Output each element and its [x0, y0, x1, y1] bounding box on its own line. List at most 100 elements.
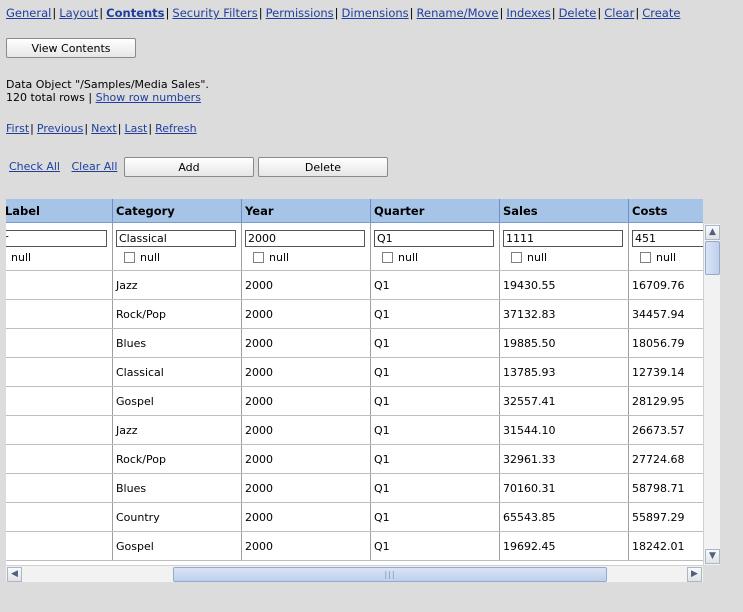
check-all-link[interactable]: Check All — [9, 160, 60, 173]
new-row-editor: null null null null null null — [6, 223, 703, 271]
pager-link-1[interactable]: Previous — [37, 122, 84, 135]
column-header[interactable]: Category — [113, 199, 242, 222]
table-cell — [6, 387, 113, 415]
table-cell: 19692.45 — [500, 532, 629, 560]
null-checkbox[interactable] — [124, 252, 135, 263]
table-row[interactable]: Blues 2000 Q1 70160.31 58798.71 — [6, 474, 703, 503]
table-cell: 32961.33 — [500, 445, 629, 473]
column-header[interactable]: Year — [242, 199, 371, 222]
null-label: null — [269, 251, 290, 264]
null-label: null — [656, 251, 677, 264]
data-grid-table: rd LabelCategoryYearQuarterSalesCosts nul… — [6, 199, 703, 561]
null-checkbox[interactable] — [511, 252, 522, 263]
table-cell: 34457.94 — [629, 300, 703, 328]
null-option: null — [253, 251, 370, 264]
nav-link-0[interactable]: General — [6, 6, 51, 20]
table-row[interactable]: Gospel 2000 Q1 32557.41 28129.95 — [6, 387, 703, 416]
pager-separator: | — [148, 122, 153, 135]
table-cell: er — [6, 271, 113, 299]
nav-separator: | — [597, 6, 602, 20]
table-cell: er — [6, 300, 113, 328]
horizontal-scroll-thumb[interactable]: ||| — [173, 567, 607, 582]
horizontal-scrollbar[interactable]: ◀ ||| ▶ — [6, 565, 703, 582]
edit-field[interactable] — [374, 230, 494, 247]
nav-link-3[interactable]: Security Filters — [172, 6, 257, 20]
nav-link-8[interactable]: Delete — [559, 6, 597, 20]
edit-field[interactable] — [632, 230, 703, 247]
table-cell: 2000 — [242, 503, 371, 531]
edit-field[interactable] — [503, 230, 623, 247]
column-header[interactable]: Costs — [629, 199, 703, 222]
table-cell: Classical — [113, 358, 242, 386]
table-cell: Q1 — [371, 532, 500, 560]
null-checkbox[interactable] — [382, 252, 393, 263]
vertical-scroll-thumb[interactable] — [705, 241, 720, 275]
scroll-right-icon[interactable]: ▶ — [687, 567, 702, 582]
data-object-info: Data Object "/Samples/Media Sales". 120 … — [6, 78, 209, 104]
table-cell: 2000 — [242, 532, 371, 560]
table-cell: Q1 — [371, 503, 500, 531]
column-header[interactable]: rd Label — [6, 199, 113, 222]
show-row-numbers-link[interactable]: Show row numbers — [96, 91, 201, 104]
add-button[interactable]: Add — [124, 157, 254, 177]
null-label: null — [140, 251, 161, 264]
table-cell: Q1 — [371, 474, 500, 502]
nav-link-6[interactable]: Rename/Move — [417, 6, 499, 20]
nav-separator: | — [635, 6, 640, 20]
table-cell: 19430.55 — [500, 271, 629, 299]
edit-field[interactable] — [245, 230, 365, 247]
edit-field[interactable] — [116, 230, 236, 247]
table-cell — [6, 358, 113, 386]
nav-link-5[interactable]: Dimensions — [342, 6, 409, 20]
null-checkbox[interactable] — [253, 252, 264, 263]
nav-link-9[interactable]: Clear — [604, 6, 634, 20]
table-cell: 13785.93 — [500, 358, 629, 386]
table-cell: 2000 — [242, 445, 371, 473]
table-cell: 2000 — [242, 387, 371, 415]
table-cell: 37132.83 — [500, 300, 629, 328]
nav-separator: | — [499, 6, 504, 20]
table-cell: Rock/Pop — [113, 445, 242, 473]
edit-field[interactable] — [6, 230, 107, 247]
table-cell: Q1 — [371, 387, 500, 415]
nav-link-7[interactable]: Indexes — [506, 6, 550, 20]
table-row[interactable]: erRock/Pop2000Q137132.8334457.94 — [6, 300, 703, 329]
clear-all-link[interactable]: Clear All — [71, 160, 117, 173]
nav-link-1[interactable]: Layout — [59, 6, 98, 20]
table-cell: 12739.14 — [629, 358, 703, 386]
table-cell: 2000 — [242, 416, 371, 444]
table-row[interactable]: Rock/Pop 2000 Q1 32961.33 27724.68 — [6, 445, 703, 474]
null-label: null — [398, 251, 419, 264]
table-cell: 2000 — [242, 358, 371, 386]
table-row[interactable]: Classical 2000 Q1 13785.93 12739.14 — [6, 358, 703, 387]
table-cell: 26673.57 — [629, 416, 703, 444]
nav-link-4[interactable]: Permissions — [266, 6, 334, 20]
column-header[interactable]: Sales — [500, 199, 629, 222]
pager-link-3[interactable]: Last — [124, 122, 147, 135]
table-cell: 18242.01 — [629, 532, 703, 560]
table-cell: 65543.85 — [500, 503, 629, 531]
column-header[interactable]: Quarter — [371, 199, 500, 222]
view-contents-button[interactable]: View Contents — [6, 38, 136, 58]
table-row[interactable]: Jazz 2000 Q1 31544.10 26673.57 — [6, 416, 703, 445]
table-row[interactable]: erJazz2000Q119430.5516709.76 — [6, 271, 703, 300]
scroll-down-icon[interactable]: ▼ — [705, 549, 720, 564]
null-option: null — [382, 251, 499, 264]
table-cell: 2000 — [242, 474, 371, 502]
pager-link-4[interactable]: Refresh — [155, 122, 197, 135]
table-row[interactable]: Country 2000 Q1 65543.85 55897.29 — [6, 503, 703, 532]
nav-separator: | — [99, 6, 104, 20]
vertical-scrollbar[interactable]: ▲ ▼ — [703, 224, 720, 565]
nav-link-10[interactable]: Create — [642, 6, 680, 20]
pager-link-2[interactable]: Next — [91, 122, 117, 135]
table-row[interactable]: Gospel 2000 Q1 19692.45 18242.01 — [6, 532, 703, 561]
nav-link-2[interactable]: Contents — [106, 6, 164, 20]
edit-cell: null — [629, 223, 703, 270]
table-cell — [6, 445, 113, 473]
scroll-up-icon[interactable]: ▲ — [705, 225, 720, 240]
delete-button[interactable]: Delete — [258, 157, 388, 177]
null-checkbox[interactable] — [640, 252, 651, 263]
pager-link-0[interactable]: First — [6, 122, 29, 135]
table-row[interactable]: Blues 2000 Q1 19885.50 18056.79 — [6, 329, 703, 358]
scroll-left-icon[interactable]: ◀ — [7, 567, 22, 582]
